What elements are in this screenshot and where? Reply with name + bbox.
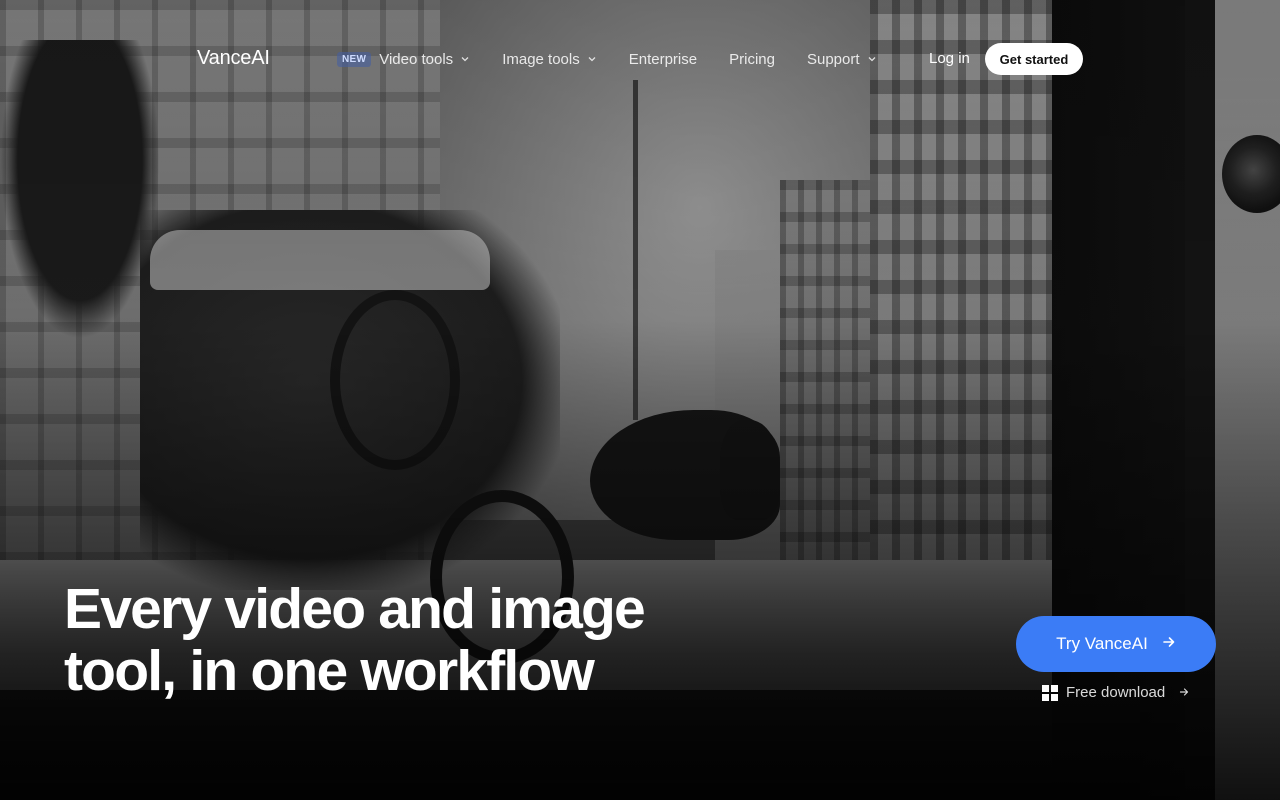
arrow-right-icon [1162, 634, 1176, 654]
new-badge: NEW [337, 51, 372, 67]
get-started-button[interactable]: Get started [985, 43, 1083, 75]
chevron-down-icon [587, 54, 597, 64]
nav-item-label: Support [806, 50, 860, 68]
download-label: Free download [1066, 684, 1166, 701]
cta-label: Try VanceAI [1056, 634, 1148, 653]
chevron-down-icon [460, 54, 470, 64]
top-navigation: VanceAI NEW Video tools Image tools Ente… [0, 0, 1280, 118]
chevron-down-icon [867, 54, 877, 64]
brand-logo[interactable]: VanceAI [197, 47, 270, 70]
nav-item-image-tools[interactable]: Image tools [502, 46, 597, 72]
nav-item-label: Video tools [379, 50, 454, 68]
windows-icon [1042, 684, 1058, 701]
login-link[interactable]: Log in [929, 50, 970, 67]
nav-item-support[interactable]: Support [807, 46, 877, 72]
nav-item-video-tools[interactable]: NEW Video tools [337, 46, 470, 72]
try-vanceai-button[interactable]: Try VanceAI [1016, 616, 1216, 672]
hero-headline: Every video and image tool, in one workf… [64, 578, 704, 702]
nav-item-label: Pricing [729, 50, 775, 68]
nav-item-enterprise[interactable]: Enterprise [629, 46, 697, 72]
nav-item-label: Enterprise [628, 50, 698, 68]
hero-headline-line: Every video and image [64, 577, 646, 641]
nav-item-pricing[interactable]: Pricing [729, 46, 775, 72]
arrow-right-icon [1179, 685, 1189, 700]
free-download-link[interactable]: Free download [1042, 684, 1189, 701]
main-menu: NEW Video tools Image tools Enterprise P… [337, 46, 909, 72]
hero-headline-line: tool, in one workflow [64, 639, 595, 703]
nav-item-label: Image tools [502, 50, 580, 68]
